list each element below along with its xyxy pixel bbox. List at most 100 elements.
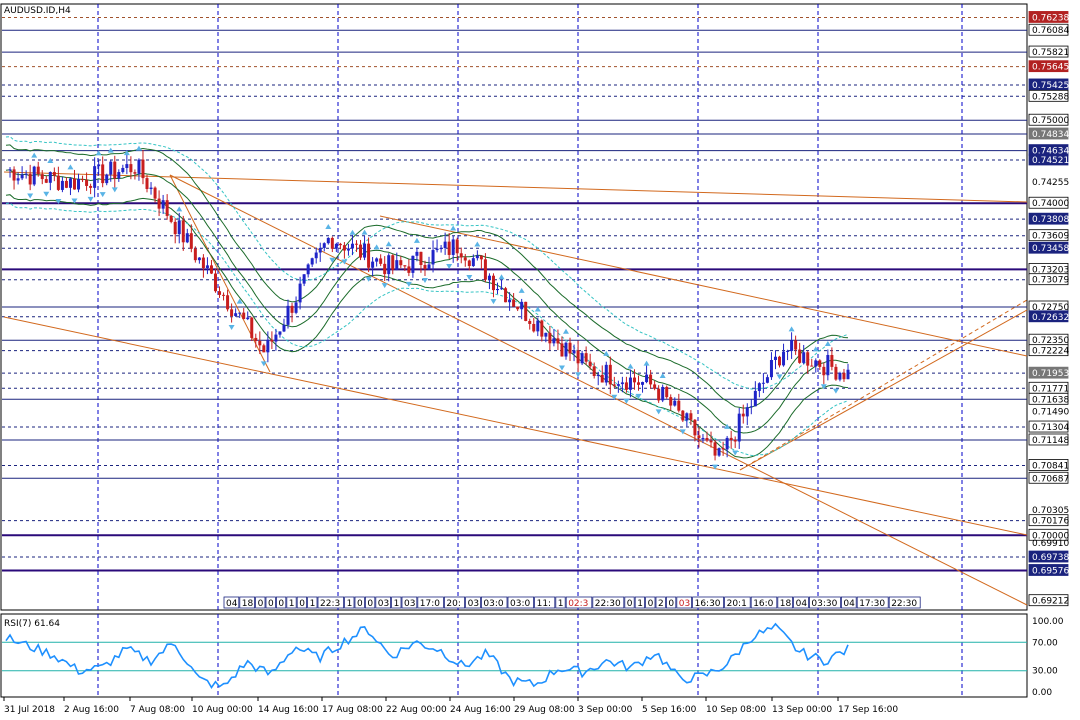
- candle-body: [637, 382, 641, 385]
- candle-body: [185, 233, 189, 243]
- candle-body: [298, 283, 302, 303]
- candle-body: [500, 288, 504, 290]
- candle-body: [157, 198, 161, 209]
- candle-body: [125, 164, 129, 168]
- candle-body: [479, 255, 483, 260]
- candle-body: [713, 442, 717, 456]
- candle-body: [270, 339, 274, 342]
- candle-body: [612, 384, 616, 386]
- time-mark: 22:3: [320, 599, 340, 609]
- x-tick-label: 2 Aug 16:00: [64, 705, 119, 715]
- price-label: 0.75425: [1032, 81, 1069, 91]
- candle-body: [218, 291, 222, 295]
- rsi-title: RSI(7) 61.64: [4, 619, 60, 629]
- time-mark: 03:0: [483, 599, 503, 609]
- time-mark: 03: [378, 599, 389, 609]
- candle-body: [379, 258, 383, 264]
- candle-body: [310, 258, 314, 265]
- candle-body: [737, 413, 741, 442]
- candle-body: [588, 361, 592, 367]
- candle-body: [68, 178, 72, 188]
- candle-body: [117, 172, 121, 179]
- candle-body: [697, 435, 701, 439]
- price-label: 0.74255: [1032, 178, 1069, 188]
- candle-body: [383, 263, 387, 275]
- candle-body: [842, 372, 846, 380]
- candle-body: [689, 413, 693, 420]
- candle-body: [556, 338, 560, 344]
- candle-body: [286, 305, 290, 325]
- candle-body: [161, 200, 165, 209]
- time-mark: 1: [347, 599, 353, 609]
- time-mark: 18: [780, 599, 792, 609]
- candle-body: [427, 264, 431, 270]
- candle-body: [77, 179, 81, 190]
- candle-body: [552, 338, 556, 344]
- price-label: 0.70687: [1032, 474, 1069, 484]
- candle-body: [681, 410, 685, 421]
- candle-body: [423, 264, 427, 270]
- candle-body: [439, 248, 443, 250]
- candle-body: [838, 372, 842, 380]
- candle-body: [826, 354, 830, 376]
- candle-body: [757, 383, 761, 391]
- candle-body: [761, 382, 765, 384]
- candle-body: [387, 255, 391, 275]
- candle-body: [459, 253, 463, 258]
- candle-body: [226, 295, 230, 310]
- x-tick-label: 13 Sep 00:00: [772, 705, 832, 715]
- candle-body: [600, 374, 604, 383]
- candle-body: [475, 255, 479, 259]
- candle-body: [435, 248, 439, 251]
- price-label: 0.71953: [1032, 369, 1069, 379]
- price-label: 0.74834: [1032, 130, 1069, 140]
- candle-body: [576, 350, 580, 364]
- x-tick-label: 22 Aug 00:00: [386, 705, 447, 715]
- candle-body: [487, 275, 491, 280]
- candle-body: [359, 244, 363, 258]
- candle-body: [814, 360, 818, 367]
- candle-body: [765, 377, 769, 383]
- candle-body: [540, 320, 544, 337]
- candle-body: [209, 265, 213, 274]
- candle-body: [72, 178, 76, 190]
- chart-canvas: 0.76238 0.76084 0.75821 0.75645 0.754250.752…: [0, 3, 1080, 715]
- candle-body: [846, 369, 850, 380]
- x-tick-label: 10 Sep 08:00: [706, 705, 766, 715]
- candle-body: [395, 260, 399, 270]
- candle-body: [782, 351, 786, 366]
- time-mark: 03:30: [811, 599, 837, 609]
- candle-body: [89, 185, 93, 188]
- price-label: 0.71490: [1032, 408, 1069, 418]
- candle-body: [616, 384, 620, 386]
- candle-body: [189, 233, 193, 249]
- candle-body: [16, 178, 20, 181]
- candle-body: [197, 257, 201, 261]
- candle-body: [568, 342, 572, 354]
- price-label: 0.74521: [1032, 156, 1069, 166]
- candle-body: [52, 172, 56, 176]
- time-mark: 11:: [537, 599, 551, 609]
- rsi-tick-label: 70.00: [1032, 638, 1058, 648]
- candle-body: [632, 377, 636, 383]
- price-label: 0.75645: [1032, 63, 1069, 73]
- price-label: 0.76084: [1032, 26, 1069, 36]
- candle-body: [314, 252, 318, 259]
- price-label: 0.69212: [1032, 597, 1069, 607]
- candle-body: [201, 257, 205, 268]
- candle-body: [28, 173, 32, 185]
- candle-body: [64, 180, 68, 188]
- candle-body: [773, 356, 777, 360]
- price-label: 0.69910: [1032, 539, 1069, 549]
- time-mark: 02:3: [568, 599, 588, 609]
- time-mark: 16:0: [753, 599, 773, 609]
- candle-body: [641, 382, 645, 385]
- candle-body: [81, 179, 85, 181]
- price-label: 0.73609: [1032, 232, 1069, 242]
- time-mark: 0: [648, 599, 654, 609]
- candle-body: [810, 365, 814, 367]
- time-mark: 03:0: [510, 599, 530, 609]
- time-mark: 2: [658, 599, 664, 609]
- time-mark: 04: [843, 599, 855, 609]
- candle-body: [330, 237, 334, 249]
